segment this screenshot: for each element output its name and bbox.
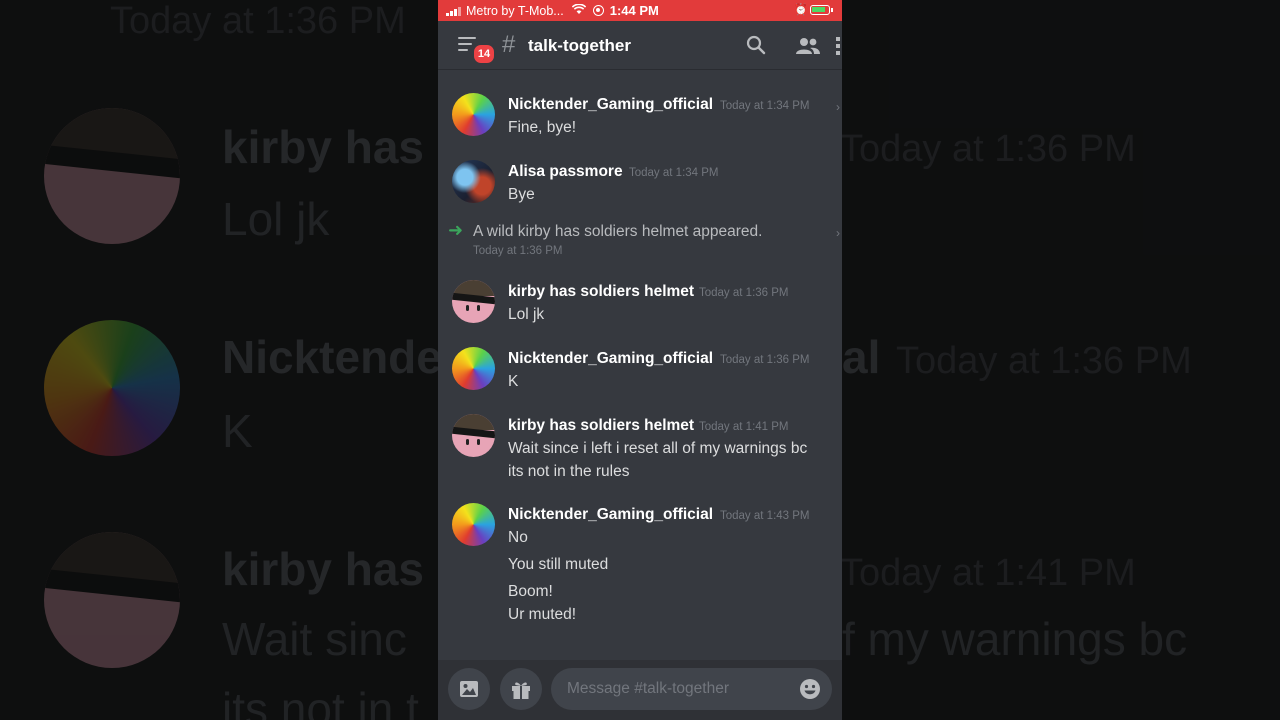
avatar[interactable] bbox=[452, 503, 495, 546]
avatar[interactable] bbox=[452, 93, 495, 136]
screen-record-icon bbox=[592, 5, 604, 16]
gift-icon bbox=[512, 682, 530, 699]
message-text: K bbox=[508, 373, 519, 390]
channel-header: 14 # talk-together bbox=[438, 21, 842, 70]
message-timestamp: Today at 1:34 PM bbox=[720, 100, 810, 112]
message-text: Fine, bye! bbox=[508, 119, 577, 136]
search-icon[interactable] bbox=[746, 35, 766, 60]
unread-badge: 14 bbox=[472, 43, 496, 65]
carrier-name: Metro by T-Mob... bbox=[466, 3, 564, 18]
message-text: No bbox=[508, 529, 528, 546]
avatar[interactable] bbox=[452, 414, 495, 457]
message-input[interactable] bbox=[551, 668, 832, 710]
message-timestamp: Today at 1:41 PM bbox=[699, 421, 789, 433]
message-timestamp: Today at 1:36 PM bbox=[699, 287, 789, 299]
message-author[interactable]: Alisa passmore bbox=[508, 163, 623, 181]
alarm-icon: ⏰ bbox=[794, 4, 808, 16]
channel-name[interactable]: talk-together bbox=[528, 36, 631, 56]
message-author[interactable]: Nicktender_Gaming_official bbox=[508, 350, 713, 368]
message-list: Nicktender_Gaming_official Today at 1:34… bbox=[438, 70, 842, 660]
members-icon[interactable] bbox=[795, 37, 821, 60]
phone-screen: Metro by T-Mob... 1:44 PM ⏰ 14 # talk-to… bbox=[438, 0, 842, 720]
avatar[interactable] bbox=[452, 160, 495, 203]
message-timestamp: Today at 1:34 PM bbox=[629, 167, 719, 179]
avatar[interactable] bbox=[452, 280, 495, 323]
join-arrow-icon: ➜ bbox=[448, 220, 464, 240]
more-icon[interactable] bbox=[836, 37, 842, 55]
message-input-bar bbox=[438, 660, 842, 720]
image-icon bbox=[460, 681, 478, 697]
message-text: Bye bbox=[508, 186, 535, 203]
message-text: You still muted bbox=[508, 556, 609, 573]
message-timestamp: Today at 1:36 PM bbox=[473, 245, 563, 257]
message-text: its not in the rules bbox=[508, 463, 630, 480]
avatar[interactable] bbox=[452, 347, 495, 390]
channel-hash-icon: # bbox=[502, 31, 516, 58]
gift-button[interactable] bbox=[500, 668, 542, 710]
message-text: Lol jk bbox=[508, 306, 545, 323]
status-bar: Metro by T-Mob... 1:44 PM ⏰ bbox=[438, 0, 842, 21]
upload-image-button[interactable] bbox=[448, 668, 490, 710]
clipped-edge-icon: › bbox=[836, 226, 840, 240]
message-text: Ur muted! bbox=[508, 606, 577, 623]
message-text: Wait since i left i reset all of my warn… bbox=[508, 440, 808, 457]
wifi-icon bbox=[571, 3, 586, 18]
signal-icon bbox=[446, 6, 461, 16]
battery-icon bbox=[810, 5, 833, 15]
message-author[interactable]: kirby has soldiers helmet bbox=[508, 417, 694, 435]
status-time: 1:44 PM bbox=[609, 3, 659, 18]
message-timestamp: Today at 1:36 PM bbox=[720, 354, 810, 366]
system-message-text: A wild kirby has soldiers helmet appeare… bbox=[473, 223, 763, 240]
message-author[interactable]: kirby has soldiers helmet bbox=[508, 283, 694, 301]
emoji-icon[interactable] bbox=[799, 678, 821, 705]
message-text: Boom! bbox=[508, 583, 553, 600]
message-timestamp: Today at 1:43 PM bbox=[720, 510, 810, 522]
clipped-edge-icon: › bbox=[836, 100, 840, 114]
message-author[interactable]: Nicktender_Gaming_official bbox=[508, 96, 713, 114]
message-author[interactable]: Nicktender_Gaming_official bbox=[508, 506, 713, 524]
